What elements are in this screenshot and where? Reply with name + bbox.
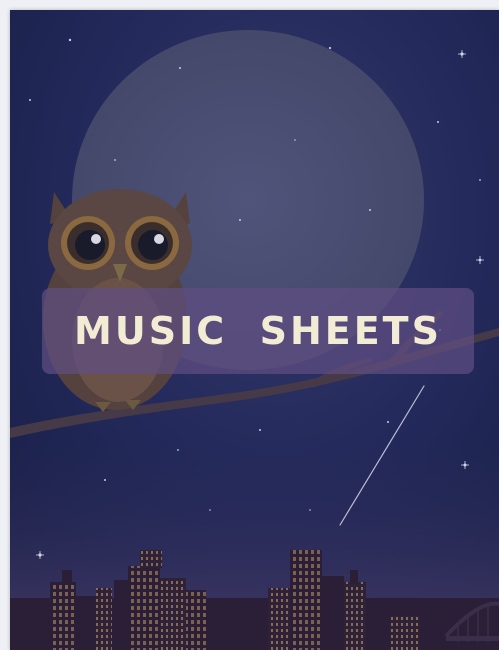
page: MUSIC SHEETS [0,0,499,650]
cover-title: MUSIC SHEETS [74,309,442,353]
music-sheets-cover: MUSIC SHEETS [10,10,499,650]
title-banner: MUSIC SHEETS [42,288,474,374]
